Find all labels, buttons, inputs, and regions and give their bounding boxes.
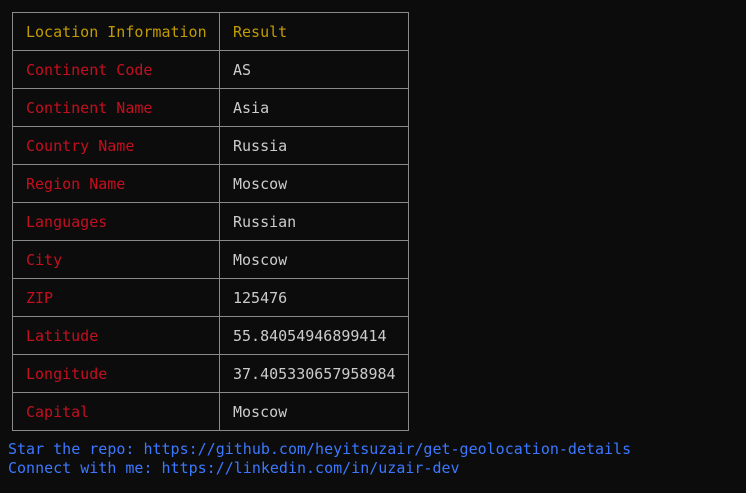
- row-key: Longitude: [12, 354, 220, 393]
- table-row: City Moscow: [12, 240, 409, 279]
- row-value: 37.405330657958984: [219, 354, 409, 393]
- row-key: Region Name: [12, 164, 220, 203]
- row-value: 125476: [219, 278, 409, 317]
- table-row: ZIP 125476: [12, 278, 409, 317]
- row-key: Continent Code: [12, 50, 220, 89]
- table-row: Capital Moscow: [12, 392, 409, 431]
- column-header-result: Result: [219, 12, 409, 51]
- row-value: 55.84054946899414: [219, 316, 409, 355]
- row-key: Capital: [12, 392, 220, 431]
- row-value: Russia: [219, 126, 409, 165]
- star-repo-line[interactable]: Star the repo: https://github.com/heyits…: [8, 440, 631, 458]
- row-value: Moscow: [219, 392, 409, 431]
- row-value: Moscow: [219, 240, 409, 279]
- table-row: Longitude 37.405330657958984: [12, 354, 409, 393]
- row-value: Moscow: [219, 164, 409, 203]
- row-key: Languages: [12, 202, 220, 241]
- table-row: Country Name Russia: [12, 126, 409, 165]
- table-row: Region Name Moscow: [12, 164, 409, 203]
- table-row: Continent Name Asia: [12, 88, 409, 127]
- row-key: ZIP: [12, 278, 220, 317]
- connect-line[interactable]: Connect with me: https://linkedin.com/in…: [8, 459, 460, 477]
- table-row: Continent Code AS: [12, 50, 409, 89]
- table-header-row: Location Information Result: [12, 12, 409, 51]
- row-key: Continent Name: [12, 88, 220, 127]
- row-key: City: [12, 240, 220, 279]
- location-info-table: Location Information Result Continent Co…: [12, 12, 409, 431]
- row-value: Asia: [219, 88, 409, 127]
- row-key: Latitude: [12, 316, 220, 355]
- table-row: Latitude 55.84054946899414: [12, 316, 409, 355]
- row-value: Russian: [219, 202, 409, 241]
- terminal-output: Location Information Result Continent Co…: [0, 0, 746, 493]
- row-key: Country Name: [12, 126, 220, 165]
- row-value: AS: [219, 50, 409, 89]
- table-row: Languages Russian: [12, 202, 409, 241]
- column-header-location-information: Location Information: [12, 12, 220, 51]
